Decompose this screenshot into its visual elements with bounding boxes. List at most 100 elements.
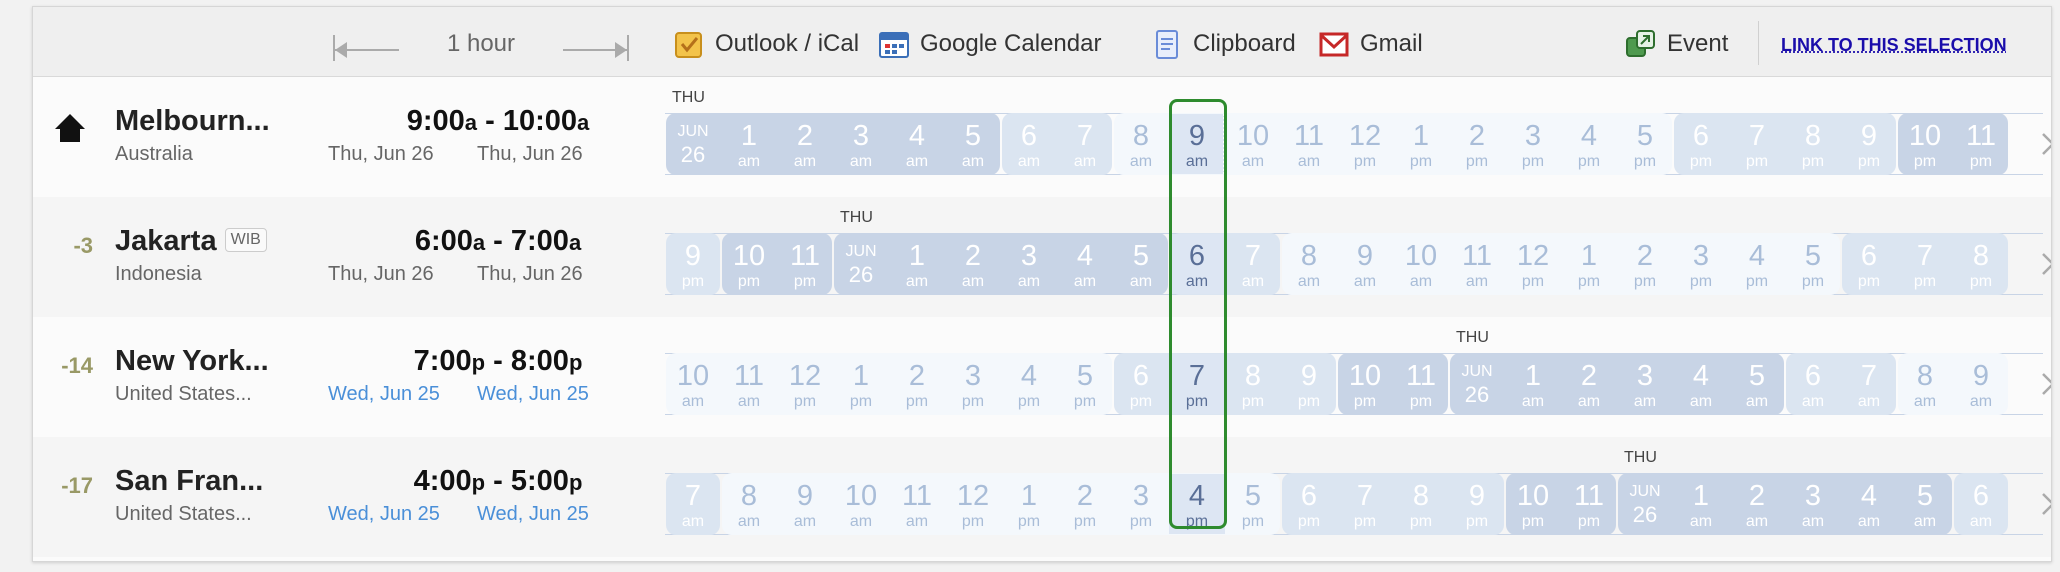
hour-cell[interactable]: 3 pm <box>945 354 1001 414</box>
hour-cell[interactable]: 1 pm <box>833 354 889 414</box>
hour-cell[interactable]: 12 pm <box>1337 114 1393 174</box>
chevron-right-icon[interactable] <box>2038 249 2051 279</box>
hour-cell[interactable]: 5 am <box>1729 354 1785 414</box>
hour-cell[interactable]: 2 am <box>1729 474 1785 534</box>
duration-indicator[interactable]: 1 hour <box>333 27 629 61</box>
hour-cell[interactable]: 7 am <box>1057 114 1113 174</box>
chevron-right-icon[interactable] <box>2038 129 2051 159</box>
day-marker-cell[interactable]: JUN 26 <box>1449 354 1505 414</box>
hour-cell[interactable]: 7 am <box>1841 354 1897 414</box>
chevron-right-icon[interactable] <box>2038 489 2051 519</box>
hour-cell[interactable]: 3 pm <box>1673 234 1729 294</box>
hour-cell[interactable]: 7 pm <box>1337 474 1393 534</box>
hour-cell[interactable]: 9 am <box>1953 354 2009 414</box>
link-to-selection[interactable]: LINK TO THIS SELECTION <box>1781 35 2007 56</box>
hour-cell[interactable]: 3 am <box>1617 354 1673 414</box>
hour-cell[interactable]: 2 am <box>1561 354 1617 414</box>
hour-cell[interactable]: 4 pm <box>1561 114 1617 174</box>
hour-cell[interactable]: 5 pm <box>1785 234 1841 294</box>
hour-cell[interactable]: 10 am <box>1393 234 1449 294</box>
hour-cell[interactable]: 1 pm <box>1393 114 1449 174</box>
hour-cell[interactable]: 2 pm <box>1617 234 1673 294</box>
hour-cell[interactable]: 5 pm <box>1225 474 1281 534</box>
day-marker-cell[interactable]: JUN 26 <box>1617 474 1673 534</box>
google-calendar-button[interactable]: Google Calendar <box>878 27 1101 61</box>
hour-cell[interactable]: 10 pm <box>721 234 777 294</box>
hour-cell[interactable]: 11 am <box>721 354 777 414</box>
hour-cell[interactable]: 9 pm <box>1841 114 1897 174</box>
hour-cell[interactable]: 6 am <box>1169 234 1225 294</box>
hour-cell[interactable]: 6 pm <box>1841 234 1897 294</box>
hour-cell[interactable]: 8 pm <box>1393 474 1449 534</box>
hour-cell[interactable]: 9 pm <box>665 234 721 294</box>
hour-cell[interactable]: 1 am <box>1505 354 1561 414</box>
hour-cell[interactable]: 3 pm <box>1505 114 1561 174</box>
hour-cell[interactable]: 9 pm <box>1281 354 1337 414</box>
hour-cell[interactable]: 6 am <box>1953 474 2009 534</box>
hour-cell[interactable]: 4 pm <box>1729 234 1785 294</box>
hour-cell[interactable]: 6 pm <box>1673 114 1729 174</box>
hour-cell[interactable]: 12 pm <box>777 354 833 414</box>
hour-cell[interactable]: 11 pm <box>1561 474 1617 534</box>
hour-cell[interactable]: 1 pm <box>1001 474 1057 534</box>
hour-cell[interactable]: 11 am <box>1281 114 1337 174</box>
hour-cell[interactable]: 5 am <box>1113 234 1169 294</box>
hour-cell[interactable]: 6 am <box>1785 354 1841 414</box>
hour-cell[interactable]: 8 am <box>721 474 777 534</box>
clipboard-button[interactable]: Clipboard <box>1151 27 1296 61</box>
hour-cell[interactable]: 10 am <box>833 474 889 534</box>
hour-cell[interactable]: 1 pm <box>1561 234 1617 294</box>
gmail-button[interactable]: Gmail <box>1318 27 1423 61</box>
hour-cell[interactable]: 11 am <box>889 474 945 534</box>
hour-cell[interactable]: 7 pm <box>1169 354 1225 414</box>
hour-cell[interactable]: 1 am <box>1673 474 1729 534</box>
hour-cell[interactable]: 6 am <box>1001 114 1057 174</box>
hour-cell[interactable]: 2 pm <box>1449 114 1505 174</box>
event-button[interactable]: Event <box>1625 27 1728 61</box>
day-marker-cell[interactable]: JUN 26 <box>665 114 721 174</box>
hour-cell[interactable]: 3 am <box>1785 474 1841 534</box>
hour-cell[interactable]: 9 am <box>1337 234 1393 294</box>
hour-cell[interactable]: 6 pm <box>1281 474 1337 534</box>
hour-cell[interactable]: 4 am <box>1057 234 1113 294</box>
hour-cell[interactable]: 9 pm <box>1449 474 1505 534</box>
hour-cell[interactable]: 12 pm <box>1505 234 1561 294</box>
city-name[interactable]: San Fran... <box>115 465 263 498</box>
hour-cell[interactable]: 11 am <box>1449 234 1505 294</box>
hour-cell[interactable]: 11 pm <box>1953 114 2009 174</box>
hour-cell[interactable]: 3 am <box>833 114 889 174</box>
hour-cell[interactable]: 7 am <box>1225 234 1281 294</box>
hour-cell[interactable]: 1 am <box>889 234 945 294</box>
hour-cell[interactable]: 4 pm <box>1001 354 1057 414</box>
hour-cell[interactable]: 10 pm <box>1897 114 1953 174</box>
hour-cell[interactable]: 8 pm <box>1785 114 1841 174</box>
hour-cell[interactable]: 4 am <box>1841 474 1897 534</box>
hour-cell[interactable]: 7 pm <box>1897 234 1953 294</box>
hour-cell[interactable]: 1 am <box>721 114 777 174</box>
chevron-right-icon[interactable] <box>2038 369 2051 399</box>
city-name[interactable]: New York... <box>115 345 269 378</box>
hour-cell[interactable]: 3 am <box>1001 234 1057 294</box>
outlook-ical-button[interactable]: Outlook / iCal <box>673 27 859 61</box>
hour-cell[interactable]: 2 am <box>945 234 1001 294</box>
hour-cell[interactable]: 8 pm <box>1953 234 2009 294</box>
hour-cell[interactable]: 11 pm <box>777 234 833 294</box>
hour-cell[interactable]: 2 pm <box>889 354 945 414</box>
hour-cell[interactable]: 8 am <box>1281 234 1337 294</box>
hour-cell[interactable]: 4 pm <box>1169 474 1225 534</box>
hour-cell[interactable]: 8 pm <box>1225 354 1281 414</box>
hour-cell[interactable]: 10 am <box>1225 114 1281 174</box>
hour-cell[interactable]: 10 pm <box>1505 474 1561 534</box>
hour-cell[interactable]: 5 am <box>945 114 1001 174</box>
hour-cell[interactable]: 7 pm <box>1729 114 1785 174</box>
hour-cell[interactable]: 6 pm <box>1113 354 1169 414</box>
hour-cell[interactable]: 5 pm <box>1617 114 1673 174</box>
hour-cell[interactable]: 9 am <box>777 474 833 534</box>
hour-cell[interactable]: 2 am <box>777 114 833 174</box>
hour-cell[interactable]: 10 am <box>665 354 721 414</box>
hour-cell[interactable]: 3 pm <box>1113 474 1169 534</box>
hour-cell[interactable]: 12 pm <box>945 474 1001 534</box>
hour-cell[interactable]: 9 am <box>1169 114 1225 174</box>
hour-cell[interactable]: 11 pm <box>1393 354 1449 414</box>
hour-cell[interactable]: 8 am <box>1113 114 1169 174</box>
